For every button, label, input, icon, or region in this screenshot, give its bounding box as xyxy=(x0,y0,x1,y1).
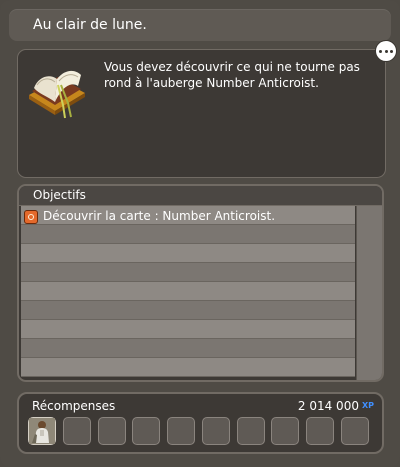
quest-description-box: Vous devez découvrir ce qui ne tourne pa… xyxy=(17,49,386,178)
open-book-icon xyxy=(29,70,85,119)
objectives-header-label: Objectifs xyxy=(33,188,86,202)
reward-slot[interactable] xyxy=(98,417,126,445)
objective-label[interactable]: Découvrir la carte : Number Anticroist. xyxy=(43,209,275,223)
quest-description: Vous devez découvrir ce qui ne tourne pa… xyxy=(104,60,360,90)
objectives-scrollbar[interactable] xyxy=(356,206,382,380)
list-item xyxy=(21,339,355,358)
reward-slot[interactable] xyxy=(132,417,160,445)
reward-slot[interactable] xyxy=(306,417,334,445)
speech-bubble-icon[interactable] xyxy=(375,40,397,62)
xp-value: 2 014 000 xyxy=(297,399,359,413)
objectives-header: Objectifs xyxy=(19,186,382,206)
reward-slot[interactable] xyxy=(341,417,369,445)
reward-slot[interactable] xyxy=(167,417,195,445)
objective-marker-icon xyxy=(24,210,38,224)
reward-slot[interactable] xyxy=(202,417,230,445)
objectives-panel: Objectifs Découvrir la carte : Number An… xyxy=(17,184,384,382)
rewards-label: Récompenses xyxy=(32,399,116,413)
list-item xyxy=(21,244,355,263)
list-item xyxy=(21,301,355,320)
rewards-panel: Récompenses 2 014 000 XP xyxy=(17,392,384,454)
list-item xyxy=(21,225,355,244)
xp-reward: 2 014 000 XP xyxy=(298,399,374,413)
list-item xyxy=(21,320,355,339)
character-avatar-icon xyxy=(29,418,55,444)
reward-slot[interactable] xyxy=(28,417,56,445)
list-item xyxy=(21,263,355,282)
list-item xyxy=(21,282,355,301)
reward-slot[interactable] xyxy=(63,417,91,445)
objectives-list xyxy=(21,206,355,377)
reward-slot[interactable] xyxy=(237,417,265,445)
list-item xyxy=(21,358,355,377)
xp-unit: XP xyxy=(361,401,374,410)
reward-slot[interactable] xyxy=(271,417,299,445)
quest-title-bar: Au clair de lune. xyxy=(9,9,391,41)
quest-title: Au clair de lune. xyxy=(33,17,147,33)
quest-window: Au clair de lune. Vous devez découvrir c… xyxy=(0,0,400,467)
